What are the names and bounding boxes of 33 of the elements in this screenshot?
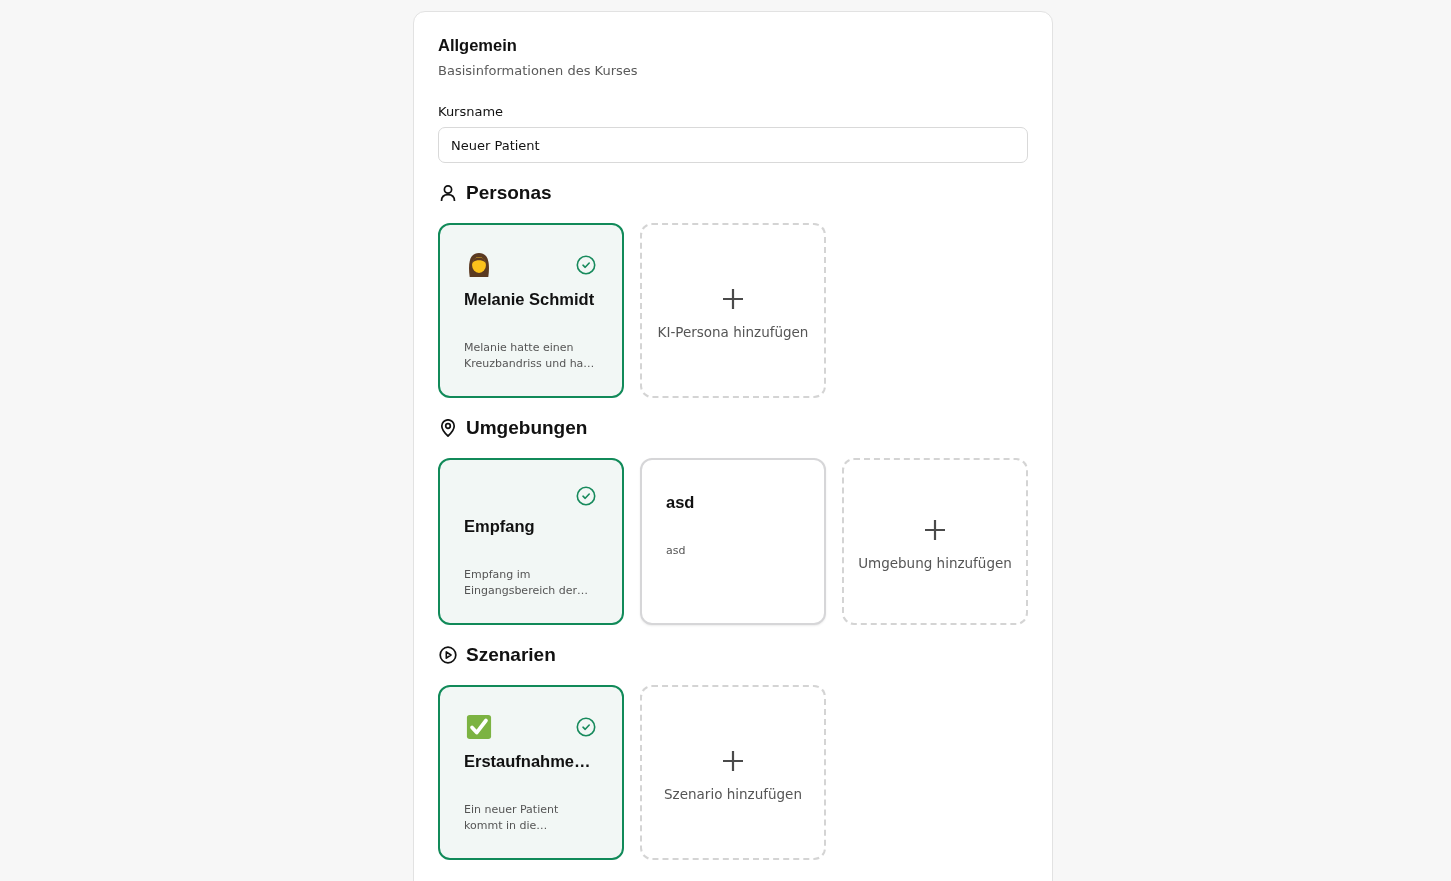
add-card-button[interactable]: Umgebung hinzufügen	[842, 458, 1028, 625]
group-heading: Szenarien	[466, 643, 556, 667]
field-label: Kursname	[438, 103, 504, 121]
group-heading: Personas	[466, 181, 552, 205]
card-title: Erstaufnahme…	[464, 751, 591, 772]
item-card[interactable]: Empfang Empfang im Eingangsbereich der…	[438, 458, 624, 625]
card-description: Ein neuer Patient kommt in die…	[464, 802, 560, 834]
card-title: Empfang	[464, 516, 535, 537]
add-card-button[interactable]: KI-Persona hinzufügen	[640, 223, 826, 398]
play-circle-icon	[439, 646, 457, 664]
section-subtitle: Basisinformationen des Kurses	[438, 62, 638, 80]
check-circle-icon	[576, 255, 596, 275]
check-circle-icon	[576, 486, 596, 506]
card-description: Melanie hatte einen Kreuzbandriss und ha…	[464, 340, 596, 372]
plus-icon	[924, 518, 946, 541]
item-card[interactable]: Erstaufnahme… Ein neuer Patient kommt in die…	[438, 685, 624, 860]
check-circle-icon	[576, 717, 596, 737]
map-pin-icon	[439, 419, 457, 437]
tick-box-icon	[466, 714, 492, 740]
group-heading: Umgebungen	[466, 416, 588, 440]
item-card[interactable]: asd asd	[640, 458, 826, 625]
card-title: asd	[666, 492, 695, 513]
course-name-field[interactable]: Neuer Patient	[438, 127, 1028, 163]
section-title: Allgemein	[438, 35, 517, 55]
item-card[interactable]: Melanie Schmidt Melanie hatte einen Kreuzbandriss und ha…	[438, 223, 624, 398]
plus-icon	[722, 749, 744, 772]
card-title: Melanie Schmidt	[464, 289, 595, 310]
card-description: Empfang im Eingangsbereich der…	[464, 567, 590, 599]
card-description: asd	[666, 543, 687, 559]
plus-icon	[722, 287, 744, 310]
person-icon	[439, 184, 457, 202]
add-card-button[interactable]: Szenario hinzufügen	[640, 685, 826, 860]
avatar-icon	[466, 252, 492, 278]
